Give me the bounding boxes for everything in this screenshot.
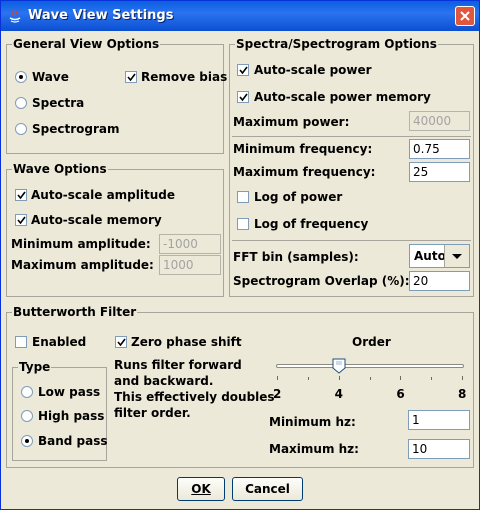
title-bar[interactable]: Wave View Settings [1,1,479,31]
autoscale-amplitude-label[interactable]: Auto-scale amplitude [31,188,175,203]
min-frequency-field[interactable]: 0.75 [409,139,470,159]
radio-wave-label[interactable]: Wave [32,70,69,85]
max-amplitude-label: Maximum amplitude: [11,258,154,272]
checkmark-icon [17,191,26,200]
checkmark-icon [117,338,126,347]
fft-bin-value: Auto [414,249,446,263]
radio-high-pass-label[interactable]: High pass [38,409,104,424]
order-tick-label: 8 [458,387,467,401]
divider [232,136,471,137]
enabled-checkbox[interactable] [15,336,27,348]
autoscale-power-label[interactable]: Auto-scale power [254,63,372,78]
min-amplitude-label: Minimum amplitude: [11,237,151,251]
autoscale-power-checkbox[interactable] [237,64,249,76]
max-frequency-label: Maximum frequency: [233,165,376,179]
radio-band-pass-label[interactable]: Band pass [38,434,108,449]
close-icon [460,11,470,21]
zero-phase-desc-line: and backward. [114,374,214,388]
checkmark-icon [17,216,26,225]
panel-title: Wave Options [12,162,108,176]
fft-bin-label: FFT bin (samples): [233,250,359,264]
log-frequency-checkbox[interactable] [237,218,249,230]
zero-phase-shift-checkbox[interactable] [115,336,127,348]
order-tick-label: 4 [334,387,344,401]
order-tick [462,376,463,380]
checkmark-icon [127,73,136,82]
order-tick [369,377,371,380]
ok-button[interactable]: OK [177,477,225,501]
radio-spectrogram[interactable] [15,123,27,135]
min-amplitude-field[interactable]: -1000 [159,234,221,254]
min-hz-label: Minimum hz: [269,415,356,429]
order-slider-thumb[interactable] [332,358,346,374]
autoscale-memory-label[interactable]: Auto-scale memory [31,213,162,228]
radio-low-pass[interactable] [21,386,33,398]
autoscale-power-memory-label[interactable]: Auto-scale power memory [254,90,431,105]
max-hz-field[interactable]: 10 [408,439,470,459]
max-amplitude-field[interactable]: 1000 [159,255,221,275]
radio-low-pass-label[interactable]: Low pass [38,385,100,400]
zero-phase-desc-line: filter order. [114,406,191,420]
zero-phase-desc-line: This effectively doubles [114,390,275,404]
java-app-icon [9,9,21,23]
dropdown-arrow[interactable] [444,245,469,267]
log-power-checkbox[interactable] [237,191,249,203]
min-frequency-label: Minimum frequency: [233,142,373,156]
checkmark-icon [239,66,248,75]
max-power-field[interactable]: 40000 [409,111,470,131]
log-frequency-label[interactable]: Log of frequency [254,217,368,232]
divider [232,240,471,241]
log-power-label[interactable]: Log of power [254,190,342,205]
window-title: Wave View Settings [28,8,174,23]
chevron-down-icon [452,254,462,259]
max-frequency-field[interactable]: 25 [409,162,470,182]
zero-phase-shift-label[interactable]: Zero phase shift [131,335,242,350]
radio-wave[interactable] [15,71,27,83]
cancel-button[interactable]: Cancel [232,477,303,501]
panel-title: Spectra/Spectrogram Options [235,37,438,51]
close-button[interactable] [455,6,475,26]
order-slider-track[interactable] [276,364,464,368]
panel-title: Butterworth Filter [12,305,138,319]
enabled-label[interactable]: Enabled [32,335,86,350]
radio-spectra-label[interactable]: Spectra [32,96,84,111]
radio-band-pass[interactable] [21,435,33,447]
order-tick [307,377,309,380]
radio-spectrogram-label[interactable]: Spectrogram [32,122,120,137]
panel-title: Type [18,360,52,374]
checkmark-icon [239,93,248,102]
radio-high-pass[interactable] [21,410,33,422]
order-tick-label: 2 [273,387,282,401]
panel-title: General View Options [12,37,161,51]
order-tick [400,376,402,380]
order-tick [338,376,340,380]
autoscale-amplitude-checkbox[interactable] [15,189,27,201]
settings-dialog: Wave View Settings General View Options … [0,0,480,510]
fft-bin-dropdown[interactable]: Auto [409,244,470,268]
radio-spectra[interactable] [15,97,27,109]
order-tick [431,377,433,380]
spectrogram-overlap-field[interactable]: 20 [409,271,470,291]
spectrogram-overlap-label: Spectrogram Overlap (%): [233,274,410,288]
max-power-label: Maximum power: [233,115,350,129]
order-tick [277,376,278,380]
autoscale-power-memory-checkbox[interactable] [237,91,249,103]
max-hz-label: Maximum hz: [269,442,359,456]
remove-bias-checkbox[interactable] [125,71,137,83]
remove-bias-label[interactable]: Remove bias [141,70,227,85]
order-tick-label: 6 [396,387,405,401]
order-label: Order [352,335,391,349]
autoscale-memory-checkbox[interactable] [15,214,27,226]
min-hz-field[interactable]: 1 [408,410,470,430]
zero-phase-desc-line: Runs filter forward [114,358,242,372]
